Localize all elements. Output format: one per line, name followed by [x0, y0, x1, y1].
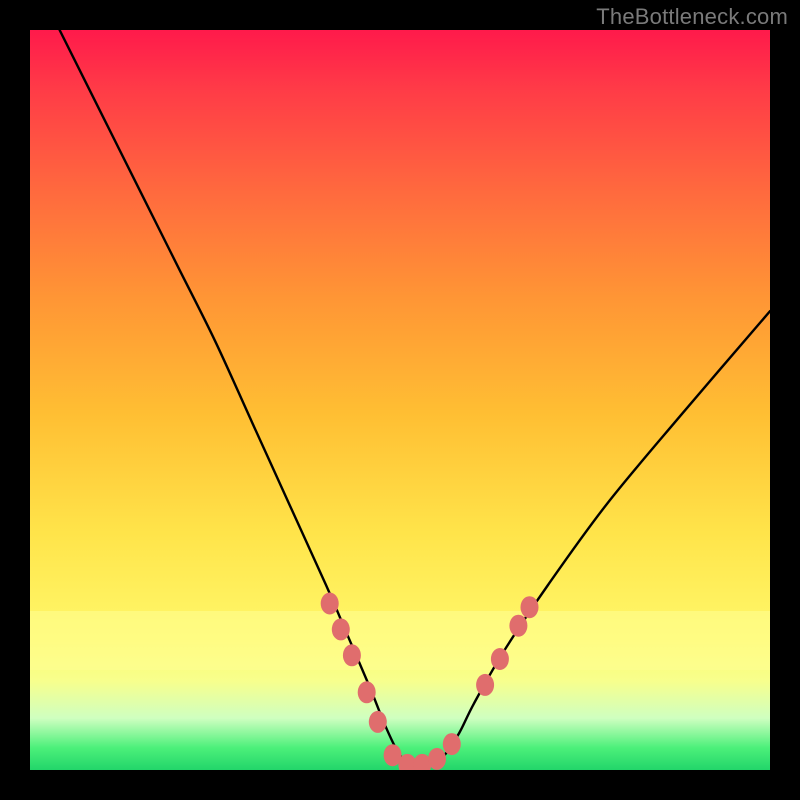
curve-marker [521, 596, 539, 618]
curve-svg [30, 30, 770, 770]
curve-marker [428, 748, 446, 770]
curve-marker [369, 711, 387, 733]
curve-marker [332, 618, 350, 640]
curve-marker [358, 681, 376, 703]
bottleneck-curve [60, 30, 770, 768]
curve-marker [321, 593, 339, 615]
chart-frame: TheBottleneck.com [0, 0, 800, 800]
marker-group [321, 593, 539, 771]
curve-marker [443, 733, 461, 755]
curve-marker [476, 674, 494, 696]
curve-marker [491, 648, 509, 670]
watermark-text: TheBottleneck.com [596, 4, 788, 30]
plot-area [30, 30, 770, 770]
curve-marker [343, 644, 361, 666]
curve-marker [509, 615, 527, 637]
